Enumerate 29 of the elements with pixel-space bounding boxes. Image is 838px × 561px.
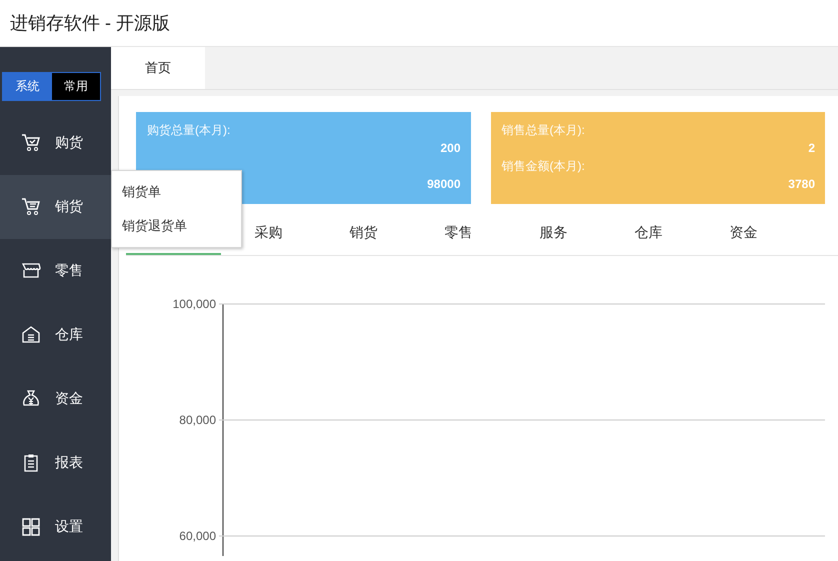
stat-value: 2	[808, 140, 815, 157]
stat-label: 销售金额(本月):	[502, 158, 586, 175]
cart-icon	[20, 196, 42, 218]
sidebar-item[interactable]: 资金	[0, 367, 111, 431]
page-tab[interactable]: 首页	[111, 47, 205, 89]
stat-label: 购货总量(本月):	[147, 122, 232, 139]
sidebar-item[interactable]: 设置	[0, 495, 111, 559]
sidebar-item[interactable]: 销货	[0, 175, 111, 239]
mode-toggle[interactable]: 系统	[3, 73, 52, 100]
chart-tab[interactable]: 零售	[411, 213, 506, 255]
sidebar-item[interactable]: 零售	[0, 239, 111, 303]
axis-tick-label: 80,000	[179, 413, 216, 427]
stat-value: 3780	[788, 176, 815, 193]
submenu-item[interactable]: 销货单	[112, 175, 241, 209]
sidebar-item[interactable]: 报表	[0, 431, 111, 495]
chart-tab[interactable]: 销货	[316, 213, 411, 255]
grid-icon	[20, 516, 42, 538]
chart-tab[interactable]: 服务	[506, 213, 601, 255]
axis-tick-label: 60,000	[179, 529, 216, 543]
sidebar-item[interactable]: 仓库	[0, 303, 111, 367]
axis-tick-label: 100,000	[172, 297, 216, 311]
stat-value: 200	[440, 140, 460, 157]
chart-tab[interactable]: 仓库	[601, 213, 696, 255]
mode-toggle[interactable]: 常用	[52, 73, 100, 100]
stat-label: 销售总量(本月):	[502, 122, 586, 139]
sidebar-item[interactable]: 购货	[0, 111, 111, 175]
chart-tab[interactable]: 资金	[696, 213, 791, 255]
stat-value: 98000	[427, 176, 460, 193]
cart-check-icon	[20, 132, 42, 154]
